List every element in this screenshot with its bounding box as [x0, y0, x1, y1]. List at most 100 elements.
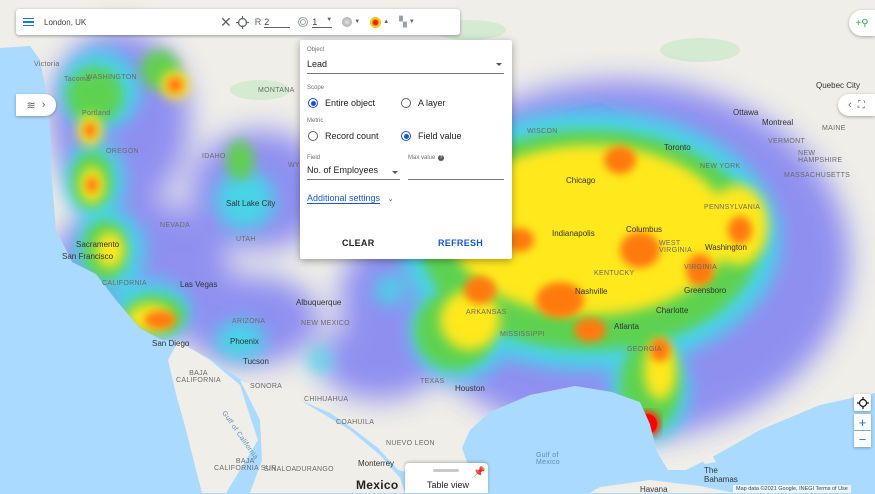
map-label-mississippi: MISSISSIPPI: [500, 331, 545, 338]
chevron-down-icon[interactable]: ▼: [354, 19, 360, 25]
right-panel-toggle[interactable]: ‹ ⛶: [838, 94, 875, 116]
ring-count-value: 1: [312, 16, 318, 27]
map-label-maine: MAINE: [822, 125, 846, 132]
chevron-up-icon[interactable]: ▲: [383, 19, 389, 25]
map-label-chihuahua: CHIHUAHUA: [304, 396, 349, 403]
map-label-san-francisco: San Francisco: [62, 252, 114, 261]
menu-icon[interactable]: [23, 17, 39, 27]
map-label-ottawa: Ottawa: [733, 108, 759, 117]
map-label-idaho: IDAHO: [202, 153, 226, 160]
radio-selected-icon: [308, 98, 318, 108]
map-label-chicago: Chicago: [566, 176, 596, 185]
map-label-georgia: GEORGIA: [627, 346, 662, 353]
map-label-greensboro: Greensboro: [684, 286, 727, 295]
table-view-drawer[interactable]: 📌 Table view: [405, 463, 488, 493]
add-location-icon: +⚲: [855, 17, 869, 29]
map-label-durango: DURANGO: [296, 466, 334, 473]
map-label-tucson: Tucson: [243, 357, 269, 366]
scope-option-label: A layer: [418, 98, 446, 108]
map-label-nashville: Nashville: [575, 287, 608, 296]
map-label-las-vegas: Las Vegas: [180, 280, 218, 289]
map-label-wy: WY: [288, 162, 300, 169]
map-label-virginia: VIRGINIA: [684, 264, 718, 271]
refresh-button[interactable]: REFRESH: [438, 238, 483, 248]
help-icon[interactable]: ?: [438, 155, 445, 161]
map-label-washington: WASHINGTON: [86, 74, 137, 81]
map-label-charlotte: Charlotte: [656, 306, 689, 315]
map-label-kentucky: KENTUCKY: [594, 270, 635, 277]
markers-style-icon[interactable]: [342, 17, 353, 27]
clear-button[interactable]: CLEAR: [342, 238, 375, 248]
field-select[interactable]: No. of Employees: [307, 165, 400, 180]
my-location-button[interactable]: [854, 394, 871, 411]
metric-option-label: Record count: [325, 131, 379, 141]
layers-panel-toggle[interactable]: ≋ ›: [16, 94, 56, 116]
map-label-mexico: Mexico: [356, 478, 399, 492]
map-label-pennsylvania: PENNSYLVANIA: [704, 204, 761, 211]
additional-settings-label: Additional settings: [307, 193, 381, 204]
map-label-california: CALIFORNIA: [102, 280, 148, 287]
map-label-salt-lake: Salt Lake City: [226, 199, 276, 208]
chevron-down-icon: ⌄: [387, 196, 394, 203]
additional-settings-toggle[interactable]: Additional settings ⌄: [307, 193, 394, 204]
field-label: Field: [307, 155, 321, 161]
map-toolbar: London, UK ✕ R 2 1 ▼ ▼ ▲ ▚ ▼: [16, 9, 460, 35]
drag-handle[interactable]: [433, 469, 459, 472]
territory-icon[interactable]: ▚: [399, 17, 407, 28]
map-label-toronto: Toronto: [664, 143, 691, 152]
heatmap-icon[interactable]: [370, 16, 382, 28]
map-label-bahamas: The Bahamas: [704, 466, 738, 484]
map-label-atlanta: Atlanta: [614, 322, 639, 331]
crosshair-icon[interactable]: [235, 15, 249, 29]
map-label-portland: Portland: [82, 110, 111, 117]
map-label-albuquerque: Albuquerque: [296, 298, 342, 307]
metric-label: Metric: [307, 118, 324, 124]
map-label-nevada: NEVADA: [160, 222, 191, 229]
map-label-texas: TEXAS: [420, 378, 445, 385]
map-label-washington-dc: Washington: [705, 243, 747, 252]
map-attribution: Map data ©2021 Google, INEGI Terms of Us…: [733, 485, 851, 493]
dropdown-arrow-icon: [496, 63, 502, 66]
add-location-button[interactable]: +⚲: [849, 10, 875, 36]
map-label-montana: MONTANA: [258, 87, 295, 94]
metric-record-count-radio[interactable]: Record count: [308, 131, 379, 141]
layers-icon: ≋: [26, 99, 36, 112]
scope-a-layer-radio[interactable]: A layer: [401, 98, 446, 108]
map-label-houston: Houston: [455, 384, 485, 393]
max-value-label: Max value ?: [408, 155, 445, 161]
chevron-down-icon[interactable]: ▼: [409, 19, 415, 25]
map-label-monterrey: Monterrey: [358, 459, 395, 468]
location-search-input[interactable]: London, UK: [44, 18, 212, 27]
map-label-quebec-city: Quebec City: [816, 81, 861, 90]
map-label-sonora: SONORA: [250, 383, 283, 390]
expand-icon: ⛶: [857, 99, 865, 111]
ring-count-select[interactable]: 1 ▼: [312, 16, 333, 28]
map-label-indianapolis: Indianapolis: [552, 229, 595, 238]
object-value: Lead: [307, 59, 328, 69]
dropdown-arrow-icon: [392, 171, 398, 174]
chevron-right-icon: ›: [41, 99, 46, 111]
clear-location-icon[interactable]: ✕: [220, 14, 232, 31]
radius-input[interactable]: 2: [264, 17, 291, 28]
max-value-input[interactable]: [408, 179, 504, 180]
radio-unselected-icon: [308, 131, 318, 141]
scope-entire-object-radio[interactable]: Entire object: [308, 98, 375, 108]
chevron-down-icon: ▼: [326, 16, 333, 23]
map-label-oregon: OREGON: [106, 148, 139, 155]
zoom-out-button[interactable]: −: [854, 431, 871, 447]
map-label-massachusetts: MASSACHUSETTS: [784, 172, 851, 179]
object-label: Object: [307, 47, 325, 53]
object-select[interactable]: Lead: [307, 59, 504, 74]
map-label-nuevo-leon: NUEVO LEON: [386, 440, 435, 447]
map-label-coahuila: COAHUILA: [336, 419, 375, 426]
map-label-new-hampshire: NEW HAMPSHIRE: [798, 150, 843, 164]
radio-selected-icon: [401, 131, 411, 141]
map-label-victoria: Victoria: [34, 61, 60, 68]
minus-icon: −: [858, 431, 867, 447]
field-value: No. of Employees: [307, 165, 379, 175]
pin-icon[interactable]: 📌: [473, 467, 485, 478]
crosshair-icon: [856, 396, 869, 409]
map-label-new-mexico: NEW MEXICO: [301, 320, 350, 327]
metric-field-value-radio[interactable]: Field value: [401, 131, 462, 141]
zoom-in-button[interactable]: +: [854, 414, 871, 430]
